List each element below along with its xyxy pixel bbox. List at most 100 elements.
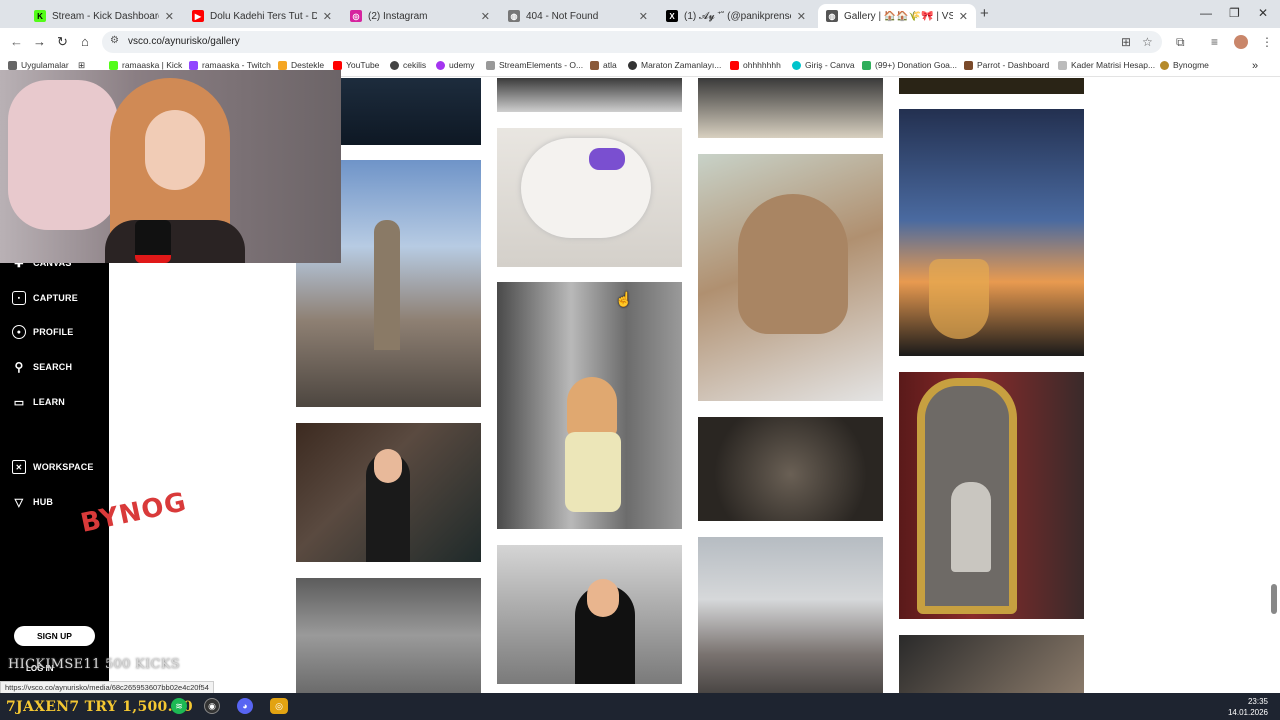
- bookmark-item[interactable]: Maraton Zamanlayı...: [628, 60, 721, 70]
- more-bookmarks-icon[interactable]: »: [1252, 60, 1258, 72]
- face-shape: [374, 449, 402, 483]
- bookmark-item[interactable]: YouTube: [333, 60, 379, 70]
- close-icon[interactable]: ✕: [323, 10, 332, 23]
- youtube-icon: [333, 60, 342, 70]
- gallery-photo-bottom-partial[interactable]: [899, 635, 1084, 693]
- discord-icon[interactable]: ◕: [237, 698, 253, 714]
- hub-icon: ▽: [14, 496, 24, 509]
- profile-avatar[interactable]: [1234, 35, 1248, 49]
- restore-icon[interactable]: ❐: [1229, 6, 1240, 20]
- search-icon: ⚲: [14, 360, 24, 374]
- gallery-photo-sea[interactable]: [341, 78, 481, 145]
- top-shape: [565, 432, 621, 512]
- nav-hub[interactable]: ▽ HUB: [12, 495, 53, 509]
- nav-profile[interactable]: ● PROFILE: [12, 325, 73, 339]
- bookmark-star-icon[interactable]: ☆: [1142, 35, 1153, 49]
- browser-tab-strip: K Stream - Kick Dashboard ✕ ▶ Dolu Kadeh…: [0, 0, 1280, 28]
- spotify-icon[interactable]: ≋: [171, 698, 187, 714]
- extensions-icon[interactable]: ⧉: [1176, 35, 1185, 50]
- nav-learn[interactable]: ▭ LEARN: [12, 395, 65, 409]
- bynog-icon: [1160, 60, 1169, 70]
- tab-x-profile[interactable]: X (1) 𝓐𝔂 ⁺˚ (@panikprensees) / ✕: [658, 4, 814, 28]
- gallery-photo-cat-dark[interactable]: [698, 417, 883, 521]
- sign-up-button[interactable]: SIGN UP: [14, 626, 95, 646]
- bookmark-item[interactable]: Bynogme: [1160, 60, 1209, 70]
- gallery-photo-hallway-selfie[interactable]: [497, 545, 682, 684]
- bookmark-item[interactable]: Kader Matrisi Hesap...: [1058, 60, 1155, 70]
- bookmark-item[interactable]: ramaaska - Twitch: [189, 60, 271, 70]
- tab-instagram[interactable]: ◎ (2) Instagram ✕: [342, 4, 498, 28]
- gallery-photo-top-partial-3[interactable]: [899, 78, 1084, 94]
- bookmark-item[interactable]: StreamElements - O...: [486, 60, 583, 70]
- minimize-icon[interactable]: —: [1200, 6, 1212, 20]
- donation-icon: [862, 60, 871, 70]
- canva-icon: [792, 60, 801, 70]
- microphone-icon: [135, 220, 171, 263]
- close-icon[interactable]: ✕: [797, 10, 806, 23]
- address-url[interactable]: vsco.co/aynurisko/gallery: [128, 36, 240, 47]
- gallery-photo-gold-mirror[interactable]: [899, 372, 1084, 619]
- gallery-photo-sunset-glass[interactable]: [899, 109, 1084, 356]
- close-icon[interactable]: ✕: [959, 10, 968, 23]
- bookmark-item[interactable]: udemy: [436, 60, 475, 70]
- back-icon[interactable]: ←: [10, 34, 23, 49]
- apps-grid-icon: [8, 60, 17, 70]
- body-shape: [105, 220, 245, 263]
- home-icon[interactable]: ⌂: [81, 34, 89, 49]
- gallery-photo-cat-window[interactable]: [698, 154, 883, 401]
- nav-search[interactable]: ⚲ SEARCH: [12, 360, 73, 374]
- hair-shape: [567, 377, 617, 437]
- bookmark-item[interactable]: Destekle: [278, 60, 324, 70]
- bookmark-item[interactable]: Parrot - Dashboard: [964, 60, 1049, 70]
- close-icon[interactable]: ✕: [165, 10, 174, 23]
- gallery-photo-top-partial-2[interactable]: [698, 78, 883, 138]
- webcam-overlay: [0, 70, 341, 263]
- gallery-photo-mirror-selfie-elevator[interactable]: [497, 282, 682, 529]
- close-window-icon[interactable]: ✕: [1258, 6, 1268, 20]
- close-icon[interactable]: ✕: [639, 10, 648, 23]
- new-tab-button[interactable]: +: [980, 5, 989, 22]
- gallery-photo-selfie-dark[interactable]: [296, 423, 481, 562]
- gallery-photo-top-partial[interactable]: [497, 78, 682, 112]
- glass-shape: [929, 259, 989, 339]
- media-control-icon[interactable]: ≡: [1211, 35, 1218, 49]
- gallery-photo-dog[interactable]: [497, 128, 682, 267]
- tab-youtube[interactable]: ▶ Dolu Kadehi Ters Tut - Dilerim ✕: [184, 4, 340, 28]
- bookmark-item[interactable]: (99+) Donation Goa...: [862, 60, 957, 70]
- learn-icon: ▭: [13, 396, 25, 409]
- nav-workspace[interactable]: ✕ WORKSPACE: [12, 460, 94, 474]
- site-info-icon[interactable]: ⚙: [110, 35, 119, 46]
- forward-icon[interactable]: →: [33, 34, 46, 49]
- bookmark-item[interactable]: Giriş - Canva: [792, 60, 855, 70]
- parrot-icon: [964, 60, 973, 70]
- workspace-icon: ✕: [12, 460, 26, 474]
- tab-title: 404 - Not Found: [526, 10, 599, 22]
- bookmark-apps[interactable]: Uygulamalar: [8, 60, 69, 70]
- tab-vsco-gallery[interactable]: ◍ Gallery | 🏠🏠🌾🎀 | VSCO ✕: [818, 4, 976, 28]
- bookmark-item[interactable]: ohhhhhhh: [730, 60, 781, 70]
- globe-icon: ◍: [508, 10, 520, 22]
- nav-capture[interactable]: ▪ CAPTURE: [12, 291, 78, 305]
- tab-not-found[interactable]: ◍ 404 - Not Found ✕: [500, 4, 656, 28]
- bookmark-item[interactable]: atla: [590, 60, 617, 70]
- chrome-icon[interactable]: ◎: [270, 698, 288, 714]
- tab-kick-dashboard[interactable]: K Stream - Kick Dashboard ✕: [26, 4, 182, 28]
- youtube-icon: [730, 60, 739, 70]
- gallery-photo-elevator[interactable]: [296, 578, 481, 693]
- reload-icon[interactable]: ↻: [57, 34, 68, 50]
- cat-shape: [738, 194, 848, 334]
- bookmark-item[interactable]: cekilis: [390, 60, 426, 70]
- tab-title: Stream - Kick Dashboard: [52, 10, 159, 22]
- tower-shape: [374, 220, 400, 350]
- kicks-overlay-text: HICKIMSE11 500 KICKS: [8, 657, 181, 672]
- address-bar[interactable]: [102, 31, 1162, 53]
- obs-icon[interactable]: ◉: [204, 698, 220, 714]
- gallery-photo-street[interactable]: [698, 537, 883, 693]
- close-icon[interactable]: ✕: [481, 10, 490, 23]
- calculator-icon: [1058, 60, 1067, 70]
- scrollbar-thumb[interactable]: [1271, 584, 1277, 614]
- translate-icon[interactable]: ⊞: [1121, 35, 1131, 49]
- tab-title: (2) Instagram: [368, 10, 428, 22]
- bookmark-item[interactable]: ramaaska | Kick: [109, 60, 182, 70]
- more-menu-icon[interactable]: ⋮: [1261, 35, 1273, 49]
